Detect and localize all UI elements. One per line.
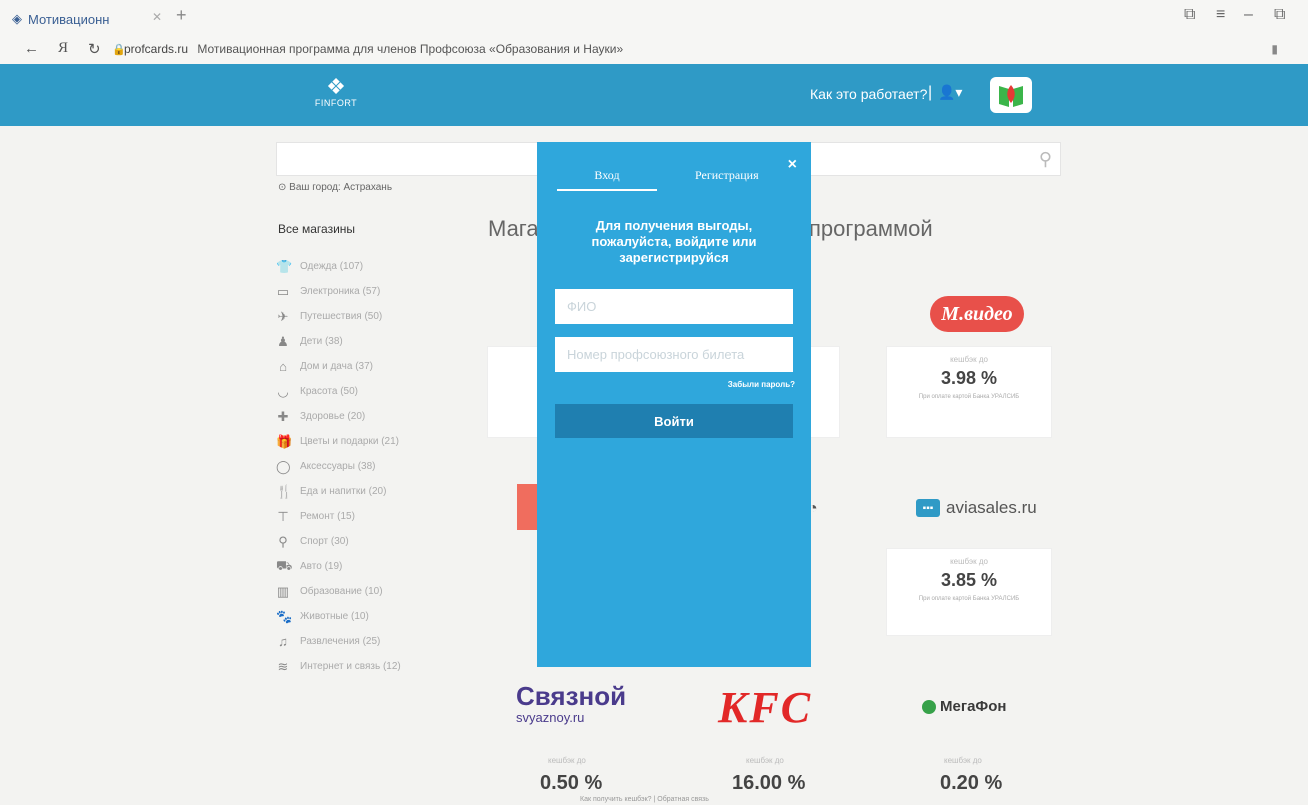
store-card-mvideo[interactable]: кешбэк до 3.98 % При оплате картой Банка… <box>886 346 1052 438</box>
union-book-icon <box>999 85 1023 107</box>
tab-close-icon[interactable]: ✕ <box>152 10 162 24</box>
reload-icon[interactable]: ↻ <box>88 40 101 58</box>
paint-roller-icon: ⊤ <box>277 508 289 524</box>
footer-links: Как получить кешбэк? | Обратная связь <box>580 796 709 803</box>
address-bar: ← Я ↻ 🔒 profcards.ru Мотивационная прогр… <box>0 34 1308 65</box>
back-icon[interactable]: ← <box>24 40 39 57</box>
finfort-logo[interactable]: ❖ FINFORT <box>308 74 364 109</box>
category-item[interactable]: 👕 Одежда (107) <box>276 254 401 279</box>
how-it-works-link[interactable]: Как это работает? <box>810 86 927 102</box>
food-icon: 🍴 <box>276 483 293 499</box>
footer-link-feedback[interactable]: Обратная связь <box>657 796 709 803</box>
finfort-logo-icon: ❖ <box>326 74 346 99</box>
wifi-icon: ≋ <box>277 658 289 674</box>
header-separator: | <box>928 84 933 101</box>
category-item[interactable]: 🍴 Еда и напитки (20) <box>276 479 401 504</box>
browser-tab-bar: ◈ Мотивационн ✕ + ⧉ ≡ – ⧉ <box>0 0 1308 34</box>
category-item[interactable]: ⊤ Ремонт (15) <box>276 504 401 529</box>
browser-tab[interactable]: ◈ Мотивационн ✕ <box>12 8 162 30</box>
gift-icon: 🎁 <box>276 433 293 449</box>
shirt-icon: 👕 <box>276 258 293 274</box>
category-item[interactable]: ▭ Электроника (57) <box>276 279 401 304</box>
svyaznoy-percent: 0.50 % <box>540 772 603 794</box>
monitor-icon: ▭ <box>276 283 290 299</box>
category-item[interactable]: ◡ Красота (50) <box>276 379 401 404</box>
login-prompt: Для получения выгоды, пожалуйста, войдит… <box>591 218 757 265</box>
store-card-aviasales[interactable]: кешбэк до 3.85 % При оплате картой Банка… <box>886 548 1052 636</box>
close-icon[interactable]: × <box>788 156 797 174</box>
category-item[interactable]: ≋ Интернет и связь (12) <box>276 654 401 679</box>
search-icon[interactable]: ⚲ <box>1039 149 1052 170</box>
plane-icon: ✈ <box>277 308 289 324</box>
svyaznoy-logo[interactable]: Связной svyaznoy.ru <box>516 682 626 725</box>
city-selector[interactable]: ⊙ Ваш город: Астрахань <box>278 182 392 193</box>
store-card-partial[interactable] <box>810 346 840 438</box>
new-tab-button[interactable]: + <box>176 5 187 26</box>
megafon-logo[interactable]: МегаФон <box>922 698 1006 715</box>
cashback-label: кешбэк до <box>548 756 586 765</box>
cashback-label: кешбэк до <box>944 756 982 765</box>
categories-title[interactable]: Все магазины <box>278 222 355 236</box>
kfc-logo[interactable]: KFC <box>718 682 812 733</box>
cashback-label: кешбэк до <box>746 756 784 765</box>
aviasales-logo[interactable]: ▪▪▪ aviasales.ru <box>916 498 1037 518</box>
category-item[interactable]: 🐾 Животные (10) <box>276 604 401 629</box>
location-pin-icon: ⊙ <box>278 182 287 193</box>
aviasales-icon: ▪▪▪ <box>916 499 940 517</box>
music-icon: ♫ <box>278 634 288 649</box>
medkit-icon: ✚ <box>277 408 289 424</box>
child-icon: ♟ <box>277 333 289 349</box>
tab-login[interactable]: Вход <box>557 168 657 191</box>
kfc-percent: 16.00 % <box>732 772 806 794</box>
bookmark-icon[interactable]: ▮ <box>1271 42 1278 56</box>
menu-icon[interactable]: ≡ <box>1216 6 1225 24</box>
user-menu-icon[interactable]: 👤▾ <box>938 84 962 101</box>
login-button[interactable]: Войти <box>555 404 793 438</box>
minimize-icon[interactable]: – <box>1244 6 1253 24</box>
category-item[interactable]: ◯ Аксессуары (38) <box>276 454 401 479</box>
category-item[interactable]: ⛟ Авто (19) <box>276 554 401 579</box>
yandex-icon[interactable]: Я <box>58 40 68 57</box>
megafon-percent: 0.20 % <box>940 772 1003 794</box>
union-logo <box>990 77 1032 113</box>
site-header: ❖ FINFORT Как это работает? | 👤▾ <box>0 64 1308 126</box>
favicon-icon: ◈ <box>12 11 22 26</box>
sport-icon: ⚲ <box>278 533 288 549</box>
category-item[interactable]: ✚ Здоровье (20) <box>276 404 401 429</box>
megafon-icon <box>922 699 936 714</box>
tab-register[interactable]: Регистрация <box>695 168 759 183</box>
lips-icon: ◡ <box>277 383 289 399</box>
browser-tab-title: Мотивационн <box>28 11 110 27</box>
category-item[interactable]: ▥ Образование (10) <box>276 579 401 604</box>
mvideo-logo[interactable]: М.видео <box>930 296 1024 332</box>
login-modal: Вход Регистрация × Для получения выгоды,… <box>537 142 811 667</box>
tabs-overview-icon[interactable]: ⧉ <box>1184 6 1195 24</box>
store-card-partial[interactable] <box>487 346 543 438</box>
fio-input[interactable] <box>555 289 793 324</box>
category-item[interactable]: ✈ Путешествия (50) <box>276 304 401 329</box>
house-icon: ⌂ <box>279 359 287 374</box>
footer-link-cashback[interactable]: Как получить кешбэк? <box>580 796 652 803</box>
union-ticket-input[interactable] <box>555 337 793 372</box>
forgot-password-link[interactable]: Забыли пароль? <box>728 380 795 389</box>
category-item[interactable]: ♫ Развлечения (25) <box>276 629 401 654</box>
stores-heading: Мага программой <box>488 216 933 241</box>
category-list: 👕 Одежда (107) ▭ Электроника (57) ✈ Путешес… <box>276 254 401 679</box>
restore-icon[interactable]: ⧉ <box>1274 6 1285 24</box>
ring-icon: ◯ <box>276 458 291 474</box>
category-item[interactable]: ♟ Дети (38) <box>276 329 401 354</box>
category-item[interactable]: ⌂ Дом и дача (37) <box>276 354 401 379</box>
category-item[interactable]: ⚲ Спорт (30) <box>276 529 401 554</box>
store-logo-fragment <box>517 484 537 530</box>
paw-icon: 🐾 <box>276 608 293 624</box>
book-icon: ▥ <box>276 583 290 599</box>
url-text[interactable]: profcards.ru Мотивационная программа для… <box>124 42 623 56</box>
category-item[interactable]: 🎁 Цветы и подарки (21) <box>276 429 401 454</box>
car-icon: ⛟ <box>276 557 293 573</box>
